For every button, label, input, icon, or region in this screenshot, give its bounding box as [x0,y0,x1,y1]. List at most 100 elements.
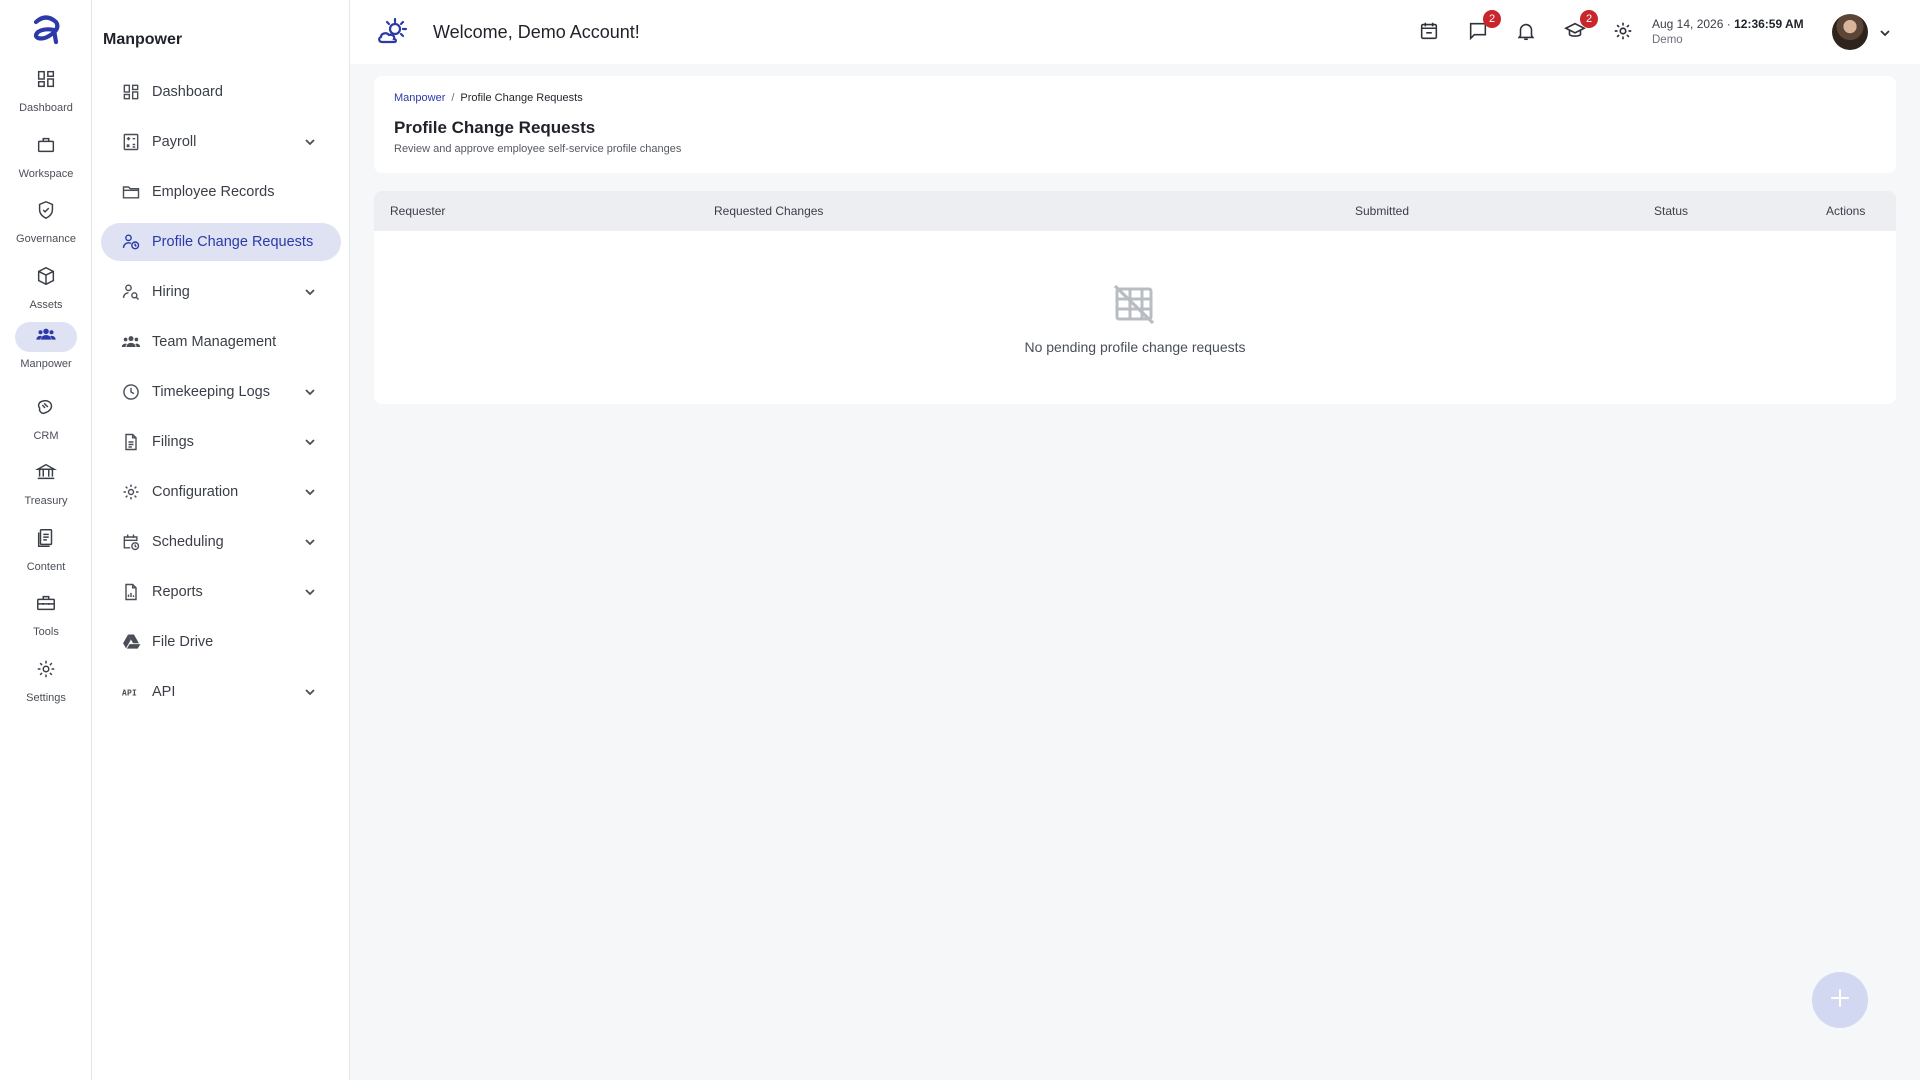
notification-badge: 2 [1580,10,1598,28]
rail-item-treasury[interactable]: Treasury [0,459,92,521]
breadcrumb-current: Profile Change Requests [460,92,583,104]
column-header-requested-changes[interactable]: Requested Changes [714,204,823,218]
requests-table: Requester Requested Changes Submitted St… [374,191,1896,404]
chevron-down-icon[interactable] [303,385,317,399]
messages-button[interactable]: 2 [1467,10,1501,46]
top-header: Welcome, Demo Account! 2 2 Aug 14, 2026 … [350,0,1920,64]
chevron-down-icon[interactable] [1878,26,1892,40]
breadcrumb: Manpower / Profile Change Requests [394,92,583,104]
chevron-down-icon[interactable] [303,685,317,699]
rail-label: Dashboard [19,102,73,114]
rail-label: Assets [29,299,63,311]
sidebar-item-api[interactable]: API API [101,673,341,711]
column-header-submitted[interactable]: Submitted [1355,204,1409,218]
sidebar-item-label: API [152,684,176,700]
add-request-button[interactable] [1812,972,1868,1028]
page-title: Profile Change Requests [394,118,596,137]
sidebar-item-configuration[interactable]: Configuration [101,473,341,511]
rail-item-tools[interactable]: Tools [0,590,92,652]
weather-logo-icon [376,16,410,50]
rail-item-assets[interactable]: Assets [0,263,92,325]
clock-icon [121,382,141,402]
cube-icon [35,265,57,292]
sidebar-item-timekeeping-logs[interactable]: Timekeeping Logs [101,373,341,411]
rail-item-workspace[interactable]: Workspace [0,132,92,194]
rail-item-governance[interactable]: Governance [0,197,92,259]
gear-icon[interactable] [1612,20,1636,44]
learning-button[interactable]: 2 [1564,10,1598,46]
briefcase-icon [35,134,57,161]
handshake-icon [35,396,57,423]
sidebar-item-label: Dashboard [152,84,223,100]
document-icon [35,527,57,554]
brand-logo-icon[interactable] [26,10,66,50]
module-sidebar: Manpower Dashboard Payroll Employee Reco… [92,0,350,1080]
table-header-row: Requester Requested Changes Submitted St… [374,191,1896,231]
rail-label: CRM [33,430,59,442]
page-header-card: Manpower / Profile Change Requests Profi… [374,76,1896,173]
drive-icon [121,632,141,652]
people-icon [35,324,57,351]
sidebar-item-label: Scheduling [152,534,224,550]
sidebar-item-payroll[interactable]: Payroll [101,123,341,161]
chevron-down-icon[interactable] [303,135,317,149]
sidebar-item-filings[interactable]: Filings [101,423,341,461]
current-time: 12:36:59 AM [1734,17,1804,31]
graduation-cap-icon [1564,22,1586,46]
sidebar-item-dashboard[interactable]: Dashboard [101,73,341,111]
rail-item-settings[interactable]: Settings [0,656,92,718]
chevron-down-icon[interactable] [303,485,317,499]
breadcrumb-link-manpower[interactable]: Manpower [394,92,445,104]
rail-item-dashboard[interactable]: Dashboard [0,66,92,128]
calendar-icon[interactable] [1418,20,1442,44]
sidebar-item-label: Filings [152,434,194,450]
rail-item-manpower[interactable]: Manpower [0,322,92,384]
sidebar-item-label: Payroll [152,134,197,150]
file-icon [121,432,141,452]
rail-item-crm[interactable]: CRM [0,394,92,456]
sidebar-item-label: Timekeeping Logs [152,384,270,400]
report-icon [121,582,141,602]
rail-label: Content [26,561,66,573]
team-icon [121,332,141,352]
rail-label: Tools [33,626,59,638]
rail-item-content[interactable]: Content [0,525,92,587]
rail-label: Treasury [24,495,68,507]
bell-icon[interactable] [1515,20,1539,44]
folder-icon [121,182,141,202]
grid-icon [121,82,141,102]
date-time-display: Aug 14, 2026 · 12:36:59 AM [1652,17,1804,31]
sidebar-item-file-drive[interactable]: File Drive [101,623,341,661]
chevron-down-icon[interactable] [303,585,317,599]
column-header-requester[interactable]: Requester [390,204,445,218]
chevron-down-icon[interactable] [303,535,317,549]
sidebar-item-profile-change-requests[interactable]: Profile Change Requests [101,223,341,261]
column-header-actions: Actions [1826,204,1866,218]
column-header-status[interactable]: Status [1654,204,1688,218]
chevron-down-icon[interactable] [303,435,317,449]
sidebar-item-label: Configuration [152,484,239,500]
rail-label: Settings [26,692,66,704]
calendar-clock-icon [121,532,141,552]
sidebar-item-employee-records[interactable]: Employee Records [101,173,341,211]
sidebar-item-reports[interactable]: Reports [101,573,341,611]
sidebar-item-label: Profile Change Requests [152,234,314,250]
user-label: Demo [1652,34,1683,46]
sidebar-item-label: Reports [152,584,203,600]
sidebar-item-hiring[interactable]: Hiring [101,273,341,311]
sidebar-item-team-management[interactable]: Team Management [101,323,341,361]
empty-state-message: No pending profile change requests [1024,339,1246,355]
avatar[interactable] [1832,14,1868,50]
gear-icon [35,658,57,685]
calculator-icon [121,132,141,152]
sidebar-item-scheduling[interactable]: Scheduling [101,523,341,561]
rail-label: Workspace [18,168,74,180]
empty-table-icon [1112,283,1156,325]
plus-icon [1829,987,1851,1014]
bank-icon [34,461,58,488]
chat-icon [1467,22,1489,46]
api-icon: API [121,682,141,702]
chevron-down-icon[interactable] [303,285,317,299]
person-search-icon [121,282,141,302]
sidebar-item-label: Employee Records [152,184,275,200]
